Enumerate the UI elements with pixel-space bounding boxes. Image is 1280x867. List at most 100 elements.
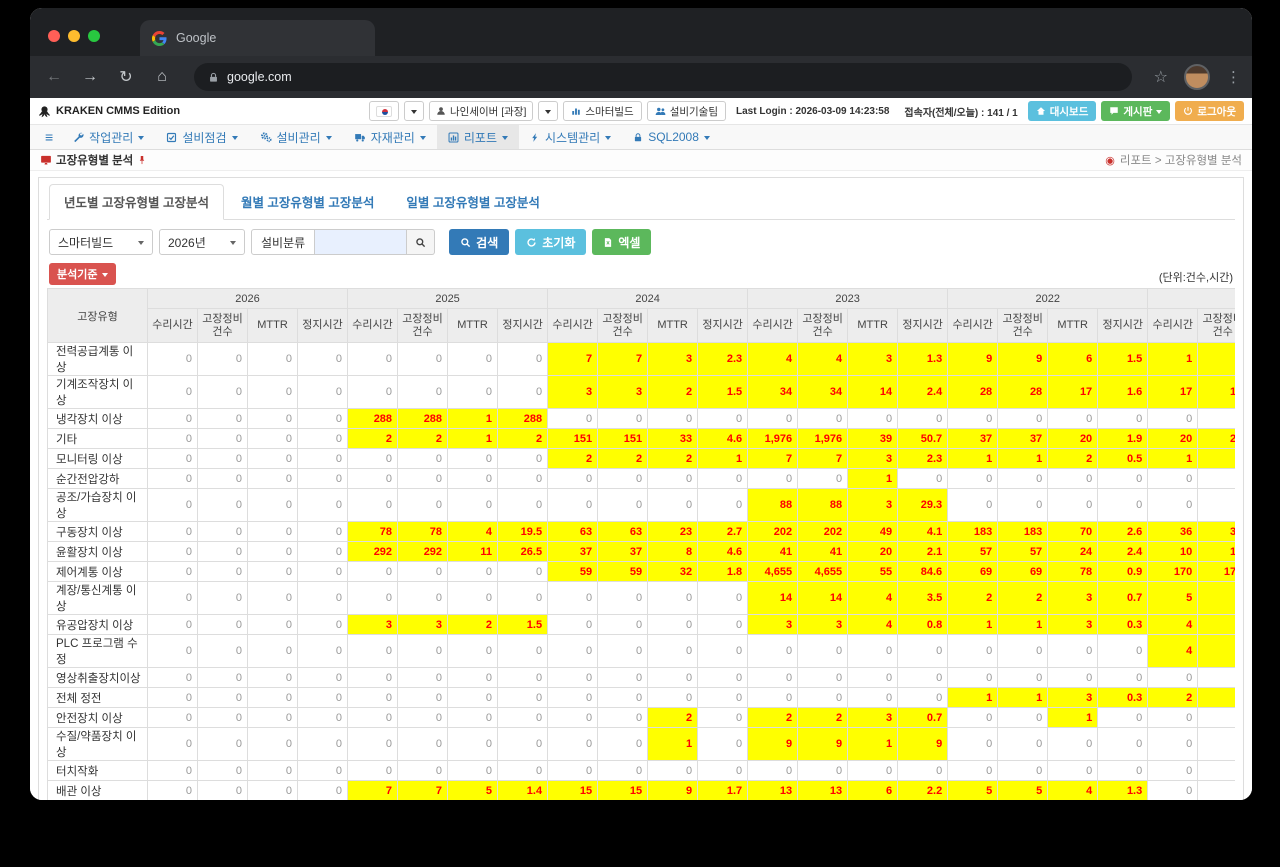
value-cell: 0 bbox=[497, 561, 549, 582]
table-row: 터치작화0000000000000000000000 bbox=[47, 760, 1235, 781]
pin-icon[interactable] bbox=[137, 155, 147, 165]
value-cell: 0 bbox=[497, 375, 549, 409]
logout-button[interactable]: 로그아웃 bbox=[1175, 101, 1244, 121]
failure-type-label: 기타 bbox=[47, 428, 148, 449]
value-cell: 0 bbox=[447, 561, 499, 582]
value-cell: 57 bbox=[947, 541, 999, 562]
board-button[interactable]: 게시판 bbox=[1101, 101, 1171, 121]
value-cell: 0 bbox=[947, 760, 999, 781]
browser-menu-icon[interactable]: ⋮ bbox=[1226, 68, 1241, 86]
value-cell: 0 bbox=[147, 707, 198, 728]
language-caret-select[interactable] bbox=[404, 101, 425, 121]
team-button[interactable]: 설비기술팀 bbox=[646, 101, 727, 121]
value-cell: 0 bbox=[697, 468, 749, 489]
value-cell: 0 bbox=[847, 634, 899, 668]
site-filter-select[interactable]: 스마터빌드 bbox=[49, 229, 153, 255]
value-cell: 0 bbox=[197, 780, 248, 800]
menu-item-7[interactable]: SQL2008 bbox=[622, 125, 721, 149]
browser-tab[interactable]: Google bbox=[140, 20, 375, 56]
hamburger-icon[interactable]: ≡ bbox=[36, 125, 62, 149]
value-cell: 0 bbox=[296, 521, 349, 542]
menu-item-6[interactable]: 시스템관리 bbox=[519, 125, 622, 149]
value-cell: 0 bbox=[197, 667, 248, 688]
metric-header: 수리시간 bbox=[947, 308, 999, 343]
value-cell: 36 bbox=[1197, 521, 1235, 542]
caret-down-icon bbox=[1156, 109, 1163, 114]
value-cell: 0 bbox=[147, 634, 198, 668]
value-cell: 1 bbox=[647, 727, 699, 761]
value-cell: 0 bbox=[197, 428, 248, 449]
equipment-category-input[interactable] bbox=[315, 229, 408, 255]
value-cell: 0 bbox=[597, 727, 649, 761]
value-cell: 37 bbox=[997, 428, 1049, 449]
value-cell: 13 bbox=[797, 780, 849, 800]
metric-header: 수리시간 bbox=[547, 308, 599, 343]
menu-item-4[interactable]: 자재관리 bbox=[343, 125, 437, 149]
value-cell: 0 bbox=[897, 634, 949, 668]
value-cell: 0 bbox=[647, 581, 699, 615]
year-filter-select[interactable]: 2026년 bbox=[159, 229, 245, 255]
report-tab-1[interactable]: 년도별 고장유형별 고장분석 bbox=[49, 184, 224, 220]
report-tab-3[interactable]: 일별 고장유형별 고장분석 bbox=[391, 184, 554, 220]
value-cell: 0 bbox=[897, 468, 949, 489]
year-header bbox=[1147, 288, 1235, 309]
table-row: 윤활장치 이상 0 0 0 0 292 292 11 26.5 37 37 8 4.6 41 41 20 2.1… bbox=[47, 541, 1235, 562]
caret-down-icon bbox=[411, 109, 418, 114]
value-cell: 28 bbox=[947, 375, 999, 409]
excel-button[interactable]: 엑셀 bbox=[592, 229, 652, 255]
value-cell: 33 bbox=[647, 428, 699, 449]
value-cell: 0 bbox=[797, 760, 849, 781]
menu-item-1[interactable]: 작업관리 bbox=[62, 125, 155, 149]
report-tab-2[interactable]: 월별 고장유형별 고장분석 bbox=[226, 184, 389, 220]
search-button[interactable]: 검색 bbox=[449, 229, 510, 255]
value-cell: 63 bbox=[597, 521, 649, 542]
profile-avatar[interactable] bbox=[1184, 64, 1210, 90]
caret-down-icon bbox=[230, 240, 236, 245]
minimize-window-button[interactable] bbox=[68, 30, 80, 42]
metric-header: MTTR bbox=[447, 308, 499, 343]
value-cell: 0 bbox=[147, 667, 198, 688]
window-controls bbox=[48, 30, 100, 42]
menu-item-label: 리포트 bbox=[463, 130, 497, 145]
value-cell: 0 bbox=[847, 667, 899, 688]
menu-item-5[interactable]: 리포트 bbox=[436, 125, 519, 149]
value-cell: 1 bbox=[847, 468, 899, 489]
site-button[interactable]: 스마터빌드 bbox=[563, 101, 642, 121]
menu-item-3[interactable]: 설비관리 bbox=[249, 125, 343, 149]
value-cell: 0 bbox=[497, 760, 549, 781]
value-cell: 1 bbox=[1147, 342, 1199, 376]
forward-icon[interactable]: → bbox=[80, 68, 100, 86]
address-bar[interactable]: google.com bbox=[194, 63, 1132, 91]
close-window-button[interactable] bbox=[48, 30, 60, 42]
back-icon[interactable]: ← bbox=[44, 68, 64, 86]
value-cell: 0 bbox=[147, 468, 198, 489]
value-cell: 0 bbox=[447, 727, 499, 761]
menu-item-2[interactable]: 설비점검 bbox=[155, 125, 248, 149]
metric-header: MTTR bbox=[647, 308, 699, 343]
maximize-window-button[interactable] bbox=[88, 30, 100, 42]
value-cell: 0 bbox=[447, 468, 499, 489]
value-cell: 0 bbox=[397, 342, 449, 376]
value-cell: 0 bbox=[1097, 634, 1149, 668]
user-select[interactable]: 나인세이버 [과장] bbox=[429, 101, 534, 121]
value-cell: 0 bbox=[347, 760, 399, 781]
value-cell: 0 bbox=[597, 468, 649, 489]
analysis-criteria-button[interactable]: 분석기준 bbox=[49, 263, 117, 285]
value-cell: 0.9 bbox=[1097, 561, 1149, 582]
value-cell: 0 bbox=[347, 342, 399, 376]
dashboard-button[interactable]: 대시보드 bbox=[1027, 101, 1097, 121]
reload-icon[interactable]: ↻ bbox=[116, 67, 136, 87]
value-cell: 0 bbox=[347, 667, 399, 688]
bookmark-star-icon[interactable]: ☆ bbox=[1154, 67, 1168, 87]
value-cell: 0 bbox=[347, 448, 399, 469]
value-cell: 0 bbox=[497, 687, 549, 708]
value-cell: 0 bbox=[197, 375, 248, 409]
language-select[interactable] bbox=[369, 101, 400, 121]
reset-button[interactable]: 초기화 bbox=[515, 229, 587, 255]
category-search-button[interactable] bbox=[407, 229, 436, 255]
value-cell: 7 bbox=[747, 448, 799, 469]
browser-window: Google ← → ↻ ⌂ google.com ☆ ⋮ KRAKEN CMM… bbox=[30, 8, 1252, 800]
value-cell: 202 bbox=[747, 521, 799, 542]
user-caret-select[interactable] bbox=[538, 101, 559, 121]
home-icon[interactable]: ⌂ bbox=[152, 68, 172, 86]
